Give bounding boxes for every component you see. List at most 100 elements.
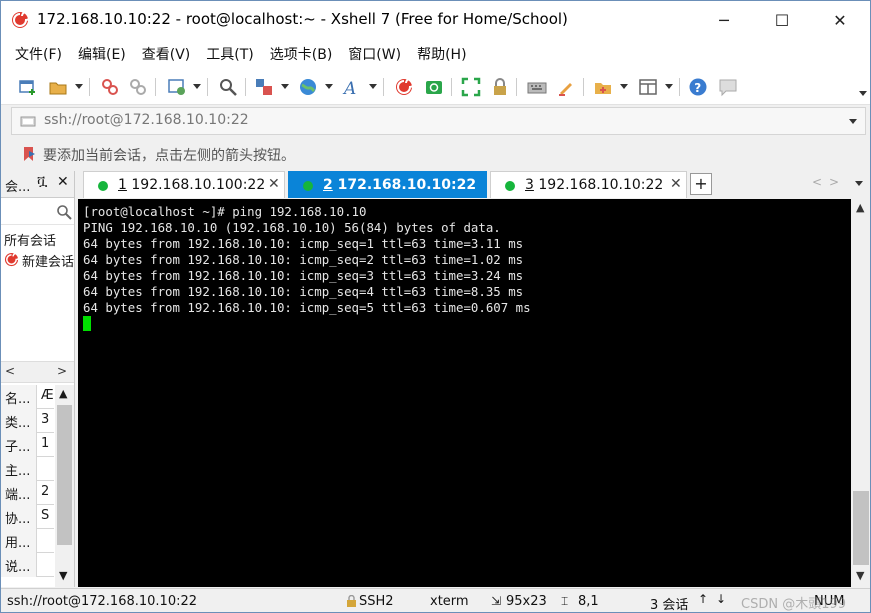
property-value: 2 bbox=[41, 484, 50, 499]
help-icon[interactable]: ? bbox=[687, 76, 709, 98]
open-dropdown-icon[interactable] bbox=[75, 84, 83, 89]
toolbar: A ? bbox=[1, 69, 870, 105]
tab-session-3[interactable]: 3 192.168.10.10:22 ✕ bbox=[490, 171, 687, 198]
property-row[interactable]: 协... S bbox=[1, 505, 54, 529]
properties-scrollbar[interactable]: ▲ ▼ bbox=[55, 385, 74, 587]
menu-view[interactable]: 查看(V) bbox=[142, 44, 191, 64]
session-panel-close-button[interactable]: ✕ bbox=[57, 174, 69, 190]
address-input[interactable]: ssh://root@172.168.10.10:22 bbox=[44, 112, 249, 128]
status-sessions[interactable]: 3 会话 bbox=[650, 594, 688, 612]
disconnect-icon[interactable] bbox=[99, 76, 121, 98]
toolbar-overflow-icon[interactable] bbox=[859, 91, 867, 96]
menu-tools[interactable]: 工具(T) bbox=[206, 44, 253, 64]
property-value bbox=[38, 529, 54, 553]
tab-label: 3 192.168.10.10:22 bbox=[525, 177, 663, 193]
globe-dropdown-icon[interactable] bbox=[325, 84, 333, 89]
arrow-up-icon[interactable]: ↑ bbox=[698, 592, 708, 606]
property-value: 3 bbox=[41, 412, 50, 427]
add-tab-button[interactable]: + bbox=[690, 173, 712, 195]
minimize-button[interactable]: ─ bbox=[701, 1, 747, 39]
session-panel-hscroll[interactable]: < > bbox=[1, 361, 74, 383]
transfer-dropdown-icon[interactable] bbox=[281, 84, 289, 89]
reconnect-icon[interactable] bbox=[127, 76, 149, 98]
status-address: ssh://root@172.168.10.10:22 bbox=[7, 594, 198, 609]
tab-close-icon[interactable]: ✕ bbox=[670, 176, 682, 192]
close-button[interactable]: ✕ bbox=[817, 1, 863, 39]
lock-icon[interactable] bbox=[489, 76, 511, 98]
pin-icon[interactable]: ቯ bbox=[37, 175, 47, 190]
property-row[interactable]: 端... 2 bbox=[1, 481, 54, 505]
arrow-down-icon[interactable]: ↓ bbox=[716, 592, 726, 606]
property-row[interactable]: 用... bbox=[1, 529, 54, 553]
session-search-input[interactable] bbox=[1, 199, 74, 225]
property-row[interactable]: 名... Æ bbox=[1, 385, 54, 409]
new-session-icon[interactable] bbox=[17, 76, 39, 98]
layout-icon[interactable] bbox=[637, 76, 659, 98]
status-size: 95x23 bbox=[506, 594, 547, 609]
connected-status-icon bbox=[98, 181, 108, 191]
xftp-icon[interactable] bbox=[423, 76, 445, 98]
menu-help[interactable]: 帮助(H) bbox=[417, 44, 466, 64]
tab-close-icon[interactable]: ✕ bbox=[268, 176, 280, 192]
tab-session-1[interactable]: 1 192.168.10.100:22 ✕ bbox=[83, 171, 285, 198]
scroll-right-button[interactable]: > bbox=[57, 364, 67, 378]
fullscreen-icon[interactable] bbox=[460, 76, 482, 98]
toolbar-divider bbox=[207, 78, 208, 96]
chevron-up-icon[interactable]: ▲ bbox=[856, 201, 864, 214]
chevron-down-icon[interactable]: ▼ bbox=[856, 569, 864, 582]
chat-icon[interactable] bbox=[717, 76, 739, 98]
scroll-left-button[interactable]: < bbox=[5, 364, 15, 378]
status-bar: ssh://root@172.168.10.10:22 SSH2 xterm ⇲… bbox=[1, 588, 870, 612]
tab-group-dropdown-icon[interactable] bbox=[620, 84, 628, 89]
menu-tabs[interactable]: 选项卡(B) bbox=[270, 44, 333, 64]
new-session-item[interactable]: 新建会话 bbox=[22, 251, 74, 270]
bookmark-arrow-icon[interactable] bbox=[23, 146, 37, 162]
transfer-icon[interactable] bbox=[253, 76, 275, 98]
chevron-up-icon[interactable]: ▲ bbox=[59, 387, 67, 400]
all-sessions-folder[interactable]: 所有会话 bbox=[4, 230, 56, 249]
property-name: 类... bbox=[1, 409, 37, 433]
terminal-line: 64 bytes from 192.168.10.10: icmp_seq=5 … bbox=[83, 300, 531, 315]
properties-icon[interactable] bbox=[166, 76, 188, 98]
property-name: 用... bbox=[1, 529, 37, 553]
property-name: 说... bbox=[1, 553, 37, 577]
address-dropdown-icon[interactable] bbox=[849, 119, 857, 124]
property-row[interactable]: 类... 3 bbox=[1, 409, 54, 433]
address-bar[interactable]: ssh://root@172.168.10.10:22 bbox=[11, 107, 866, 135]
maximize-button[interactable]: ☐ bbox=[759, 1, 805, 39]
tab-number: 3 bbox=[525, 177, 534, 193]
status-position: 8,1 bbox=[578, 594, 599, 609]
tab-scroll-right-button[interactable]: > bbox=[829, 175, 839, 189]
xshell-icon[interactable] bbox=[393, 76, 415, 98]
menu-window[interactable]: 窗口(W) bbox=[348, 44, 401, 64]
tab-session-2[interactable]: 2 172.168.10.10:22 bbox=[288, 171, 487, 198]
tab-list-dropdown-icon[interactable] bbox=[855, 181, 863, 186]
terminal-screen[interactable]: [root@localhost ~]# ping 192.168.10.10 PI… bbox=[78, 199, 851, 587]
highlight-icon[interactable] bbox=[555, 76, 577, 98]
terminal-scrollbar[interactable]: ▲ ▼ bbox=[851, 199, 870, 587]
terminal-line: 64 bytes from 192.168.10.10: icmp_seq=4 … bbox=[83, 284, 524, 299]
font-icon[interactable]: A bbox=[341, 76, 363, 98]
new-tab-group-icon[interactable] bbox=[592, 76, 614, 98]
address-icon bbox=[20, 116, 36, 127]
menu-edit[interactable]: 编辑(E) bbox=[78, 44, 126, 64]
property-row[interactable]: 说... bbox=[1, 553, 54, 577]
menu-file[interactable]: 文件(F) bbox=[15, 44, 62, 64]
scrollbar-thumb[interactable] bbox=[57, 405, 72, 545]
resize-icon: ⇲ bbox=[491, 594, 502, 608]
terminal-line: 64 bytes from 192.168.10.10: icmp_seq=2 … bbox=[83, 252, 524, 267]
properties-dropdown-icon[interactable] bbox=[193, 84, 201, 89]
property-row[interactable]: 主... bbox=[1, 457, 54, 481]
terminal-line: [root@localhost ~]# ping 192.168.10.10 bbox=[83, 204, 367, 219]
font-dropdown-icon[interactable] bbox=[369, 84, 377, 89]
search-icon[interactable] bbox=[217, 76, 239, 98]
open-folder-icon[interactable] bbox=[47, 76, 69, 98]
property-row[interactable]: 子... 1 bbox=[1, 433, 54, 457]
tab-scroll-left-button[interactable]: < bbox=[812, 175, 822, 189]
chevron-down-icon[interactable]: ▼ bbox=[59, 569, 67, 582]
layout-dropdown-icon[interactable] bbox=[665, 84, 673, 89]
scrollbar-thumb[interactable] bbox=[853, 491, 869, 565]
globe-icon[interactable] bbox=[297, 76, 319, 98]
search-icon[interactable] bbox=[56, 204, 72, 220]
keyboard-icon[interactable] bbox=[526, 76, 548, 98]
